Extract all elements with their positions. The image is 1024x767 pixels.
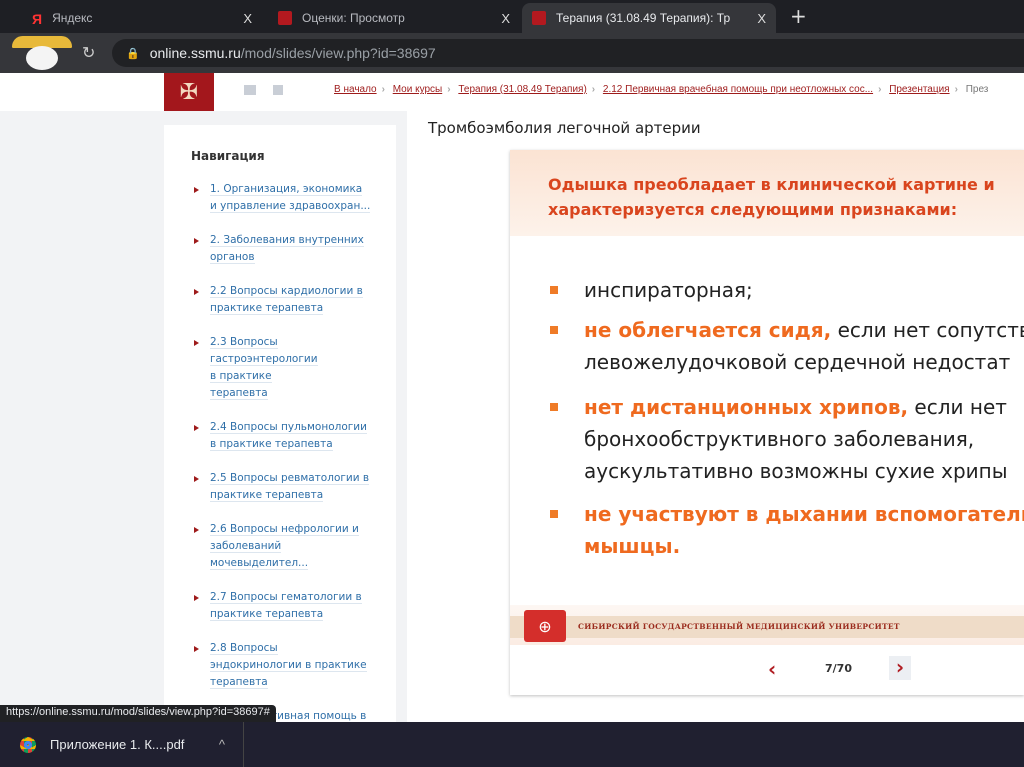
skull-icon xyxy=(26,46,58,70)
nav-link[interactable]: 2.5 Вопросы ревматологии в практике тера… xyxy=(210,472,370,502)
slide-body: инспираторная; не облегчается сидя, если… xyxy=(510,236,1024,616)
nav-link[interactable]: 2.6 Вопросы нефрологии и заболеваний моч… xyxy=(210,523,359,570)
slide-bullet: не облегчается сидя, если нет сопутств ле… xyxy=(550,314,1024,378)
slide-footer-text: СИБИРСКИЙ ГОСУДАРСТВЕННЫЙ МЕДИЦИНСКИЙ УН… xyxy=(578,622,900,631)
close-tab-icon[interactable]: X xyxy=(757,11,766,26)
download-item[interactable]: Приложение 1. К....pdf ^ xyxy=(0,722,244,767)
tab-bar: Я Яндекс X Оценки: Просмотр X Терапия (31.0… xyxy=(0,0,1024,33)
mail-icon[interactable] xyxy=(244,85,256,95)
nav-item[interactable]: 2.3 Вопросы гастроэнтерологии в практике… xyxy=(191,334,321,402)
bullet-text: если нет xyxy=(908,395,1007,419)
site-header: ✠ В начало › Мои курсы › Терапия (31.08.49… xyxy=(0,73,1024,111)
breadcrumb: В начало › Мои курсы › Терапия (31.08.49 Т… xyxy=(334,84,989,95)
site-favicon xyxy=(532,11,546,25)
nav-item[interactable]: 2.5 Вопросы ревматологии в практике тера… xyxy=(191,470,371,504)
yandex-icon: Я xyxy=(32,11,43,27)
tab-therapy[interactable]: Терапия (31.08.49 Терапия): Тр X xyxy=(522,3,776,33)
nav-link[interactable]: 2.7 Вопросы гематологии в практике терап… xyxy=(210,591,362,621)
bullet-text: инспираторная; xyxy=(584,278,753,302)
breadcrumb-link[interactable]: 2.12 Первичная врачебная помощь при неот… xyxy=(603,84,873,95)
slide-bullet: инспираторная; xyxy=(550,274,753,306)
medical-kit-icon: ⊕ xyxy=(524,610,566,642)
url-path: /mod/slides/view.php?id=38697 xyxy=(240,45,436,61)
nav-item[interactable]: 2.2 Вопросы кардиологии в практике терап… xyxy=(191,283,371,317)
slide-bullet: нет дистанционных хрипов, если нет бронхо… xyxy=(550,391,1008,487)
profile-avatar[interactable] xyxy=(8,36,76,70)
nav-link[interactable]: 2.8 Вопросы эндокринологии в практике те… xyxy=(210,642,367,689)
download-filename: Приложение 1. К....pdf xyxy=(50,737,185,752)
breadcrumb-link[interactable]: В начало xyxy=(334,84,377,95)
slide-viewer: Одышка преобладает в клинической картине… xyxy=(510,150,1024,695)
url-host: online.ssmu.ru xyxy=(149,45,241,61)
bullet-highlight: не облегчается сидя, xyxy=(584,318,832,342)
bullet-highlight: не участвуют в дыхании вспомогатель xyxy=(584,502,1024,526)
breadcrumb-current: През xyxy=(965,84,989,95)
slide-counter: 7/70 xyxy=(825,662,852,675)
bullet-text: левожелудочковой сердечной недостат xyxy=(584,350,1011,374)
download-bar: Приложение 1. К....pdf ^ xyxy=(0,722,1024,767)
main-content: Тромбоэмболия легочной артерии Одышка пр… xyxy=(407,111,1024,722)
nav-item[interactable]: 2.8 Вопросы эндокринологии в практике те… xyxy=(191,640,371,691)
chevron-up-icon[interactable]: ^ xyxy=(219,737,225,752)
nav-link[interactable]: 1. Организация, экономика и управление з… xyxy=(210,183,371,213)
status-bar-url: https://online.ssmu.ru/mod/slides/view.p… xyxy=(0,705,276,722)
tab-title: Терапия (31.08.49 Терапия): Тр xyxy=(556,11,731,25)
navigation-list: 1. Организация, экономика и управление з… xyxy=(191,181,371,722)
chrome-icon xyxy=(20,736,36,753)
breadcrumb-link[interactable]: Терапия (31.08.49 Терапия) xyxy=(458,84,586,95)
site-favicon xyxy=(278,11,292,25)
url-input[interactable]: 🔒 online.ssmu.ru/mod/slides/view.php?id=… xyxy=(112,39,1024,67)
bullet-square-icon xyxy=(550,286,558,294)
bullet-text: бронхообструктивного заболевания, xyxy=(584,427,975,451)
lock-icon: 🔒 xyxy=(126,47,140,60)
next-slide-button[interactable]: › xyxy=(889,656,911,680)
nav-item[interactable]: 1. Организация, экономика и управление з… xyxy=(191,181,371,215)
tab-yandex[interactable]: Я Яндекс X xyxy=(22,3,262,33)
nav-item[interactable]: 2. Заболевания внутренних органов xyxy=(191,232,371,266)
navigation-block: Навигация 1. Организация, экономика и уп… xyxy=(164,125,396,722)
nav-item[interactable]: 2.7 Вопросы гематологии в практике терап… xyxy=(191,589,371,623)
nav-link[interactable]: 2.3 Вопросы гастроэнтерологии в практике… xyxy=(210,336,318,400)
nav-item[interactable]: 2.4 Вопросы пульмонологии в практике тер… xyxy=(191,419,371,453)
bullet-highlight: мышцы. xyxy=(584,534,681,558)
bullet-square-icon xyxy=(550,510,558,518)
breadcrumb-link[interactable]: Мои курсы xyxy=(393,84,443,95)
tab-title: Яндекс xyxy=(52,11,93,25)
bullet-square-icon xyxy=(550,403,558,411)
tab-title: Оценки: Просмотр xyxy=(302,11,405,25)
slide-pager: ‹ 7/70 › xyxy=(510,647,1024,695)
slide-header: Одышка преобладает в клинической картине… xyxy=(510,150,1024,236)
university-logo[interactable]: ✠ xyxy=(164,73,214,111)
close-tab-icon[interactable]: X xyxy=(501,11,510,26)
navigation-title: Навигация xyxy=(191,149,265,163)
calendar-icon[interactable] xyxy=(273,85,283,95)
bullet-text: если нет сопутств xyxy=(831,318,1024,342)
nav-link[interactable]: 2. Заболевания внутренних органов xyxy=(210,234,364,264)
page: ✠ В начало › Мои курсы › Терапия (31.08.49… xyxy=(0,73,1024,722)
bullet-square-icon xyxy=(550,326,558,334)
bullet-text: аускультативно возможны сухие хрипы xyxy=(584,459,1008,483)
slide-heading: Одышка преобладает в клинической картине… xyxy=(548,175,995,219)
nav-link[interactable]: 2.4 Вопросы пульмонологии в практике тер… xyxy=(210,421,367,451)
slide-bullet: не участвуют в дыхании вспомогатель мышцы… xyxy=(550,498,1024,562)
new-tab-button[interactable]: + xyxy=(790,4,807,28)
prev-slide-button[interactable]: ‹ xyxy=(768,657,776,681)
tab-grades[interactable]: Оценки: Просмотр X xyxy=(268,3,520,33)
breadcrumb-link[interactable]: Презентация xyxy=(889,84,949,95)
bullet-highlight: нет дистанционных хрипов, xyxy=(584,395,909,419)
reload-icon[interactable]: ↻ xyxy=(82,43,95,62)
close-tab-icon[interactable]: X xyxy=(243,11,252,26)
page-title: Тромбоэмболия легочной артерии xyxy=(428,119,701,137)
nav-link[interactable]: 2.2 Вопросы кардиологии в практике терап… xyxy=(210,285,363,315)
nav-item[interactable]: 2.6 Вопросы нефрологии и заболеваний моч… xyxy=(191,521,361,572)
